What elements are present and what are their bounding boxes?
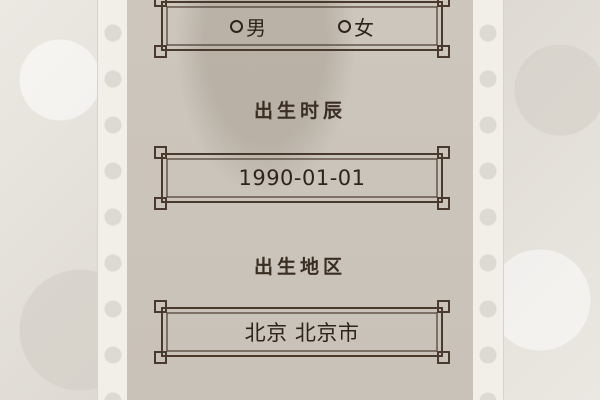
birth-time-field[interactable]: 1990-01-01 [154, 146, 450, 210]
gender-male-label: 男 [246, 15, 266, 40]
left-decorative-border [97, 0, 128, 400]
birth-time-value: 1990-01-01 [238, 166, 366, 190]
birth-time-label: 出生时辰 [253, 100, 346, 122]
gender-option-male[interactable]: 男 [230, 12, 266, 41]
gender-field: 男 女 [154, 0, 450, 58]
right-decorative-border [473, 0, 504, 400]
radio-male-icon[interactable] [230, 19, 243, 33]
birth-region-field[interactable]: 北京 北京市 [154, 300, 450, 364]
gender-female-label: 女 [354, 15, 374, 40]
gender-option-female[interactable]: 女 [338, 12, 374, 41]
gender-options: 男 女 [154, 0, 450, 58]
birth-region-label: 出生地区 [253, 256, 346, 278]
radio-female-icon[interactable] [338, 19, 351, 33]
birth-region-value: 北京 北京市 [244, 321, 360, 345]
